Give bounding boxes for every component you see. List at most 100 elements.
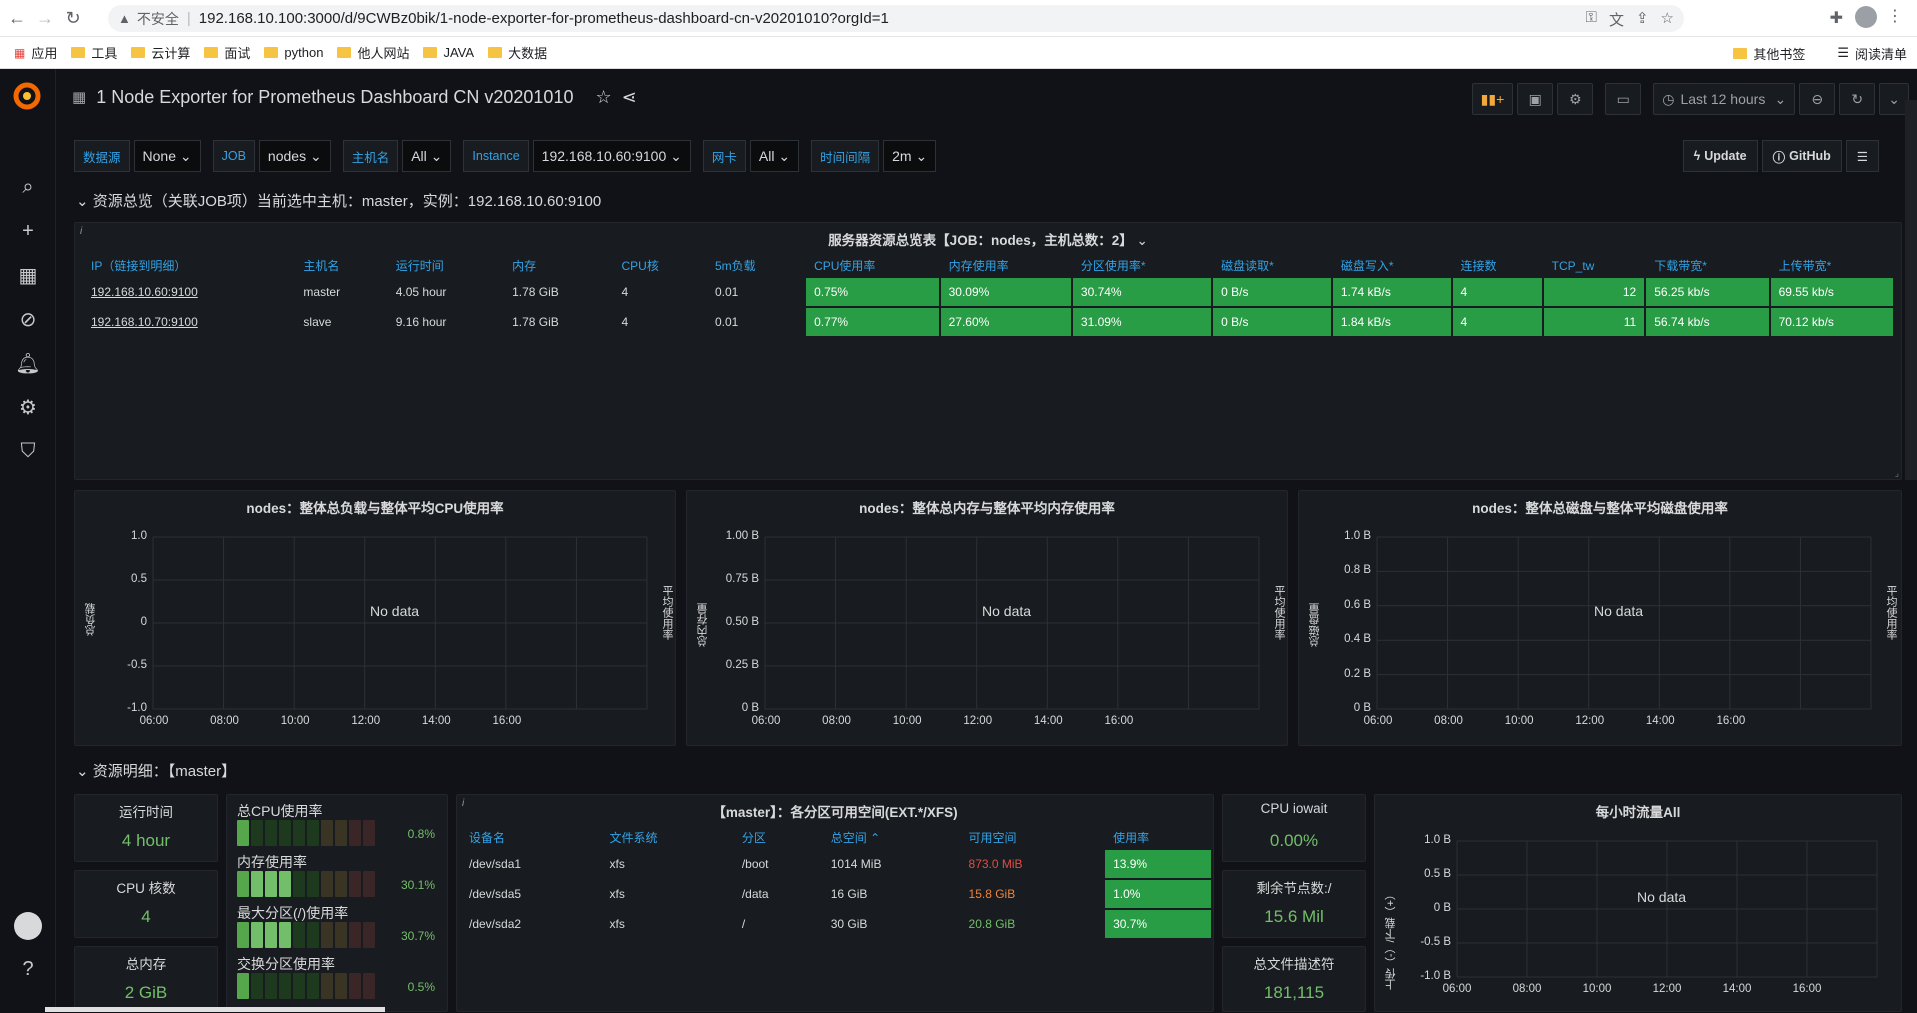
column-header-sorted[interactable]: 总空间 ⌃ <box>823 827 959 848</box>
bookmark-reading-list[interactable]: ☰ 阅读清单 <box>1837 41 1907 65</box>
translate-icon[interactable]: 文 <box>1609 9 1624 30</box>
row-title-detail[interactable]: ⌄ 资源明细：【master】 <box>76 760 236 781</box>
question-circle-icon: ⓘ <box>1772 150 1786 165</box>
dashboard-title[interactable]: 1 Node Exporter for Prometheus Dashboard… <box>96 87 573 108</box>
menu-icon[interactable]: ⋮ <box>1887 6 1903 26</box>
explore-icon[interactable]: ⊘ <box>14 305 42 333</box>
address-bar[interactable]: ▲ 不安全 | 192.168.10.100:3000/d/9CWBz0bik/… <box>108 5 1684 32</box>
var-select-instance[interactable]: 192.168.10.60:9100 ⌄ <box>532 140 691 172</box>
stat-title[interactable]: 运行时间 <box>75 801 217 821</box>
column-header[interactable]: 下载带宽* <box>1646 255 1768 276</box>
stat-title[interactable]: CPU iowait <box>1223 801 1365 816</box>
table-cell: 1.74 kB/s <box>1332 278 1451 306</box>
panel-title[interactable]: 【master】：各分区可用空间(EXT.*/XFS) <box>457 801 1213 821</box>
star-icon[interactable]: ☆ <box>1661 9 1674 30</box>
column-header[interactable]: 5m负载 <box>707 255 804 276</box>
column-header[interactable]: CPU核 <box>614 255 705 276</box>
configuration-icon[interactable]: ⚙ <box>14 393 42 421</box>
var-select-job[interactable]: nodes ⌄ <box>258 140 331 172</box>
more-links-button[interactable]: ☰ <box>1845 140 1879 172</box>
var-select-hostname[interactable]: All ⌄ <box>402 140 452 172</box>
bookmark-other[interactable]: 其他书签 <box>1733 41 1805 65</box>
bookmark-folder[interactable]: 他人网站 <box>337 41 409 65</box>
chevron-down-icon: ⌄ <box>1888 90 1900 107</box>
bookmark-folder[interactable]: python <box>264 41 323 65</box>
column-header[interactable]: IP（链接到明细） <box>83 255 293 276</box>
share-icon[interactable]: ⇪ <box>1636 9 1649 30</box>
column-header[interactable]: 磁盘读取* <box>1213 255 1331 276</box>
add-panel-button[interactable]: ▮▮+ <box>1471 83 1514 115</box>
user-avatar[interactable] <box>14 912 42 940</box>
profile-icon[interactable] <box>1855 6 1877 28</box>
stat-title[interactable]: 总文件描述符 <box>1223 953 1365 973</box>
back-icon[interactable]: ← <box>6 7 28 29</box>
table-cell: 1.84 kB/s <box>1332 308 1451 336</box>
omnibox-divider: | <box>186 10 191 27</box>
time-picker-button[interactable]: ◷ Last 12 hours ⌄ <box>1653 83 1796 115</box>
forward-icon[interactable]: → <box>34 7 56 29</box>
url-text[interactable]: 192.168.10.100:3000/d/9CWBz0bik/1-node-e… <box>199 10 889 27</box>
table-cell: 873.0 MiB <box>968 857 1023 871</box>
row-title-overview[interactable]: ⌄ 资源总览（关联JOB项）当前选中主机：master，实例：192.168.1… <box>76 190 601 211</box>
create-icon[interactable]: + <box>14 217 42 245</box>
table-cell: 4.05 hour <box>395 285 447 299</box>
alerting-icon[interactable]: 🔔︎ <box>14 349 42 377</box>
key-icon[interactable]: ⚿ <box>1586 9 1597 30</box>
dashboard-settings-button[interactable]: ⚙ <box>1557 83 1594 115</box>
zoom-out-button[interactable]: ⊖ <box>1799 83 1836 115</box>
column-header[interactable]: 磁盘写入* <box>1333 255 1451 276</box>
column-header[interactable]: 主机名 <box>295 255 385 276</box>
column-header[interactable]: 使用率 <box>1105 827 1211 848</box>
column-header[interactable]: 可用空间 <box>961 827 1104 848</box>
cycle-view-mode-button[interactable]: ▭ <box>1605 83 1642 115</box>
stat-title[interactable]: 剩余节点数:/ <box>1223 877 1365 897</box>
bookmark-folder[interactable]: JAVA <box>423 41 474 65</box>
search-icon[interactable]: ⌕ <box>14 173 42 201</box>
dashboards-icon[interactable]: ▦ <box>14 261 42 289</box>
var-select-nic[interactable]: All ⌄ <box>749 140 800 172</box>
column-header[interactable]: 分区 <box>734 827 821 848</box>
column-header[interactable]: 连接数 <box>1453 255 1542 276</box>
page-scrollbar[interactable] <box>1905 100 1917 480</box>
bookmark-folder[interactable]: 工具 <box>71 41 117 65</box>
panel-title[interactable]: 服务器资源总览表【JOB：nodes，主机总数：2】 ⌄ <box>75 229 1901 249</box>
var-select-datasource[interactable]: None ⌄ <box>133 140 201 172</box>
bookmark-folder[interactable]: 云计算 <box>131 41 190 65</box>
stat-title[interactable]: CPU 核数 <box>75 877 217 897</box>
github-link[interactable]: ⓘ GitHub <box>1761 140 1842 172</box>
column-header[interactable]: CPU使用率 <box>806 255 939 276</box>
column-header[interactable]: 分区使用率* <box>1073 255 1211 276</box>
column-header[interactable]: 上传带宽* <box>1771 255 1893 276</box>
column-header[interactable]: TCP_tw <box>1544 255 1645 276</box>
grafana-logo-icon[interactable] <box>10 79 44 113</box>
stat-title[interactable]: 总内存 <box>75 953 217 973</box>
resize-handle-icon[interactable]: ⌟ <box>1895 468 1899 479</box>
bookmark-apps[interactable]: ▦ 应用 <box>14 41 57 65</box>
column-header[interactable]: 运行时间 <box>388 255 502 276</box>
help-icon[interactable]: ? <box>14 955 42 983</box>
update-link[interactable]: ϟ Update <box>1682 140 1758 172</box>
table-cell: 27.60% <box>940 308 1071 336</box>
bookmark-folder[interactable]: 大数据 <box>488 41 547 65</box>
reload-icon[interactable]: ↻ <box>62 7 84 29</box>
host-link[interactable]: 192.168.10.70:9100 <box>83 308 293 336</box>
horizontal-scrollbar[interactable] <box>45 1007 385 1012</box>
var-value: All <box>758 148 775 164</box>
server-admin-shield-icon[interactable]: ⛉ <box>14 437 42 465</box>
column-header[interactable]: 内存使用率 <box>941 255 1071 276</box>
share-icon[interactable]: ⋖ <box>622 87 637 108</box>
column-header[interactable]: 设备名 <box>461 827 600 848</box>
bookmarks-bar: ▦ 应用 工具 云计算 面试 python 他人网站 JAVA 大数据 其他书签 … <box>0 37 1917 69</box>
column-header[interactable]: 文件系统 <box>602 827 732 848</box>
bookmark-folder[interactable]: 面试 <box>204 41 250 65</box>
extensions-icon[interactable]: ✚ <box>1830 8 1843 28</box>
favorite-star-icon[interactable]: ☆ <box>595 87 611 108</box>
column-header[interactable]: 内存 <box>504 255 611 276</box>
bolt-icon: ϟ <box>1693 149 1701 163</box>
var-select-interval[interactable]: 2m ⌄ <box>883 140 937 172</box>
refresh-button[interactable]: ↻ <box>1839 83 1876 115</box>
bar-gauge-cell <box>335 820 347 846</box>
table-row: /dev/sda5 xfs/data 16 GiB 15.8 GiB 1.0% <box>461 880 1211 908</box>
save-dashboard-button[interactable]: ▣ <box>1517 83 1554 115</box>
host-link[interactable]: 192.168.10.60:9100 <box>83 278 293 306</box>
